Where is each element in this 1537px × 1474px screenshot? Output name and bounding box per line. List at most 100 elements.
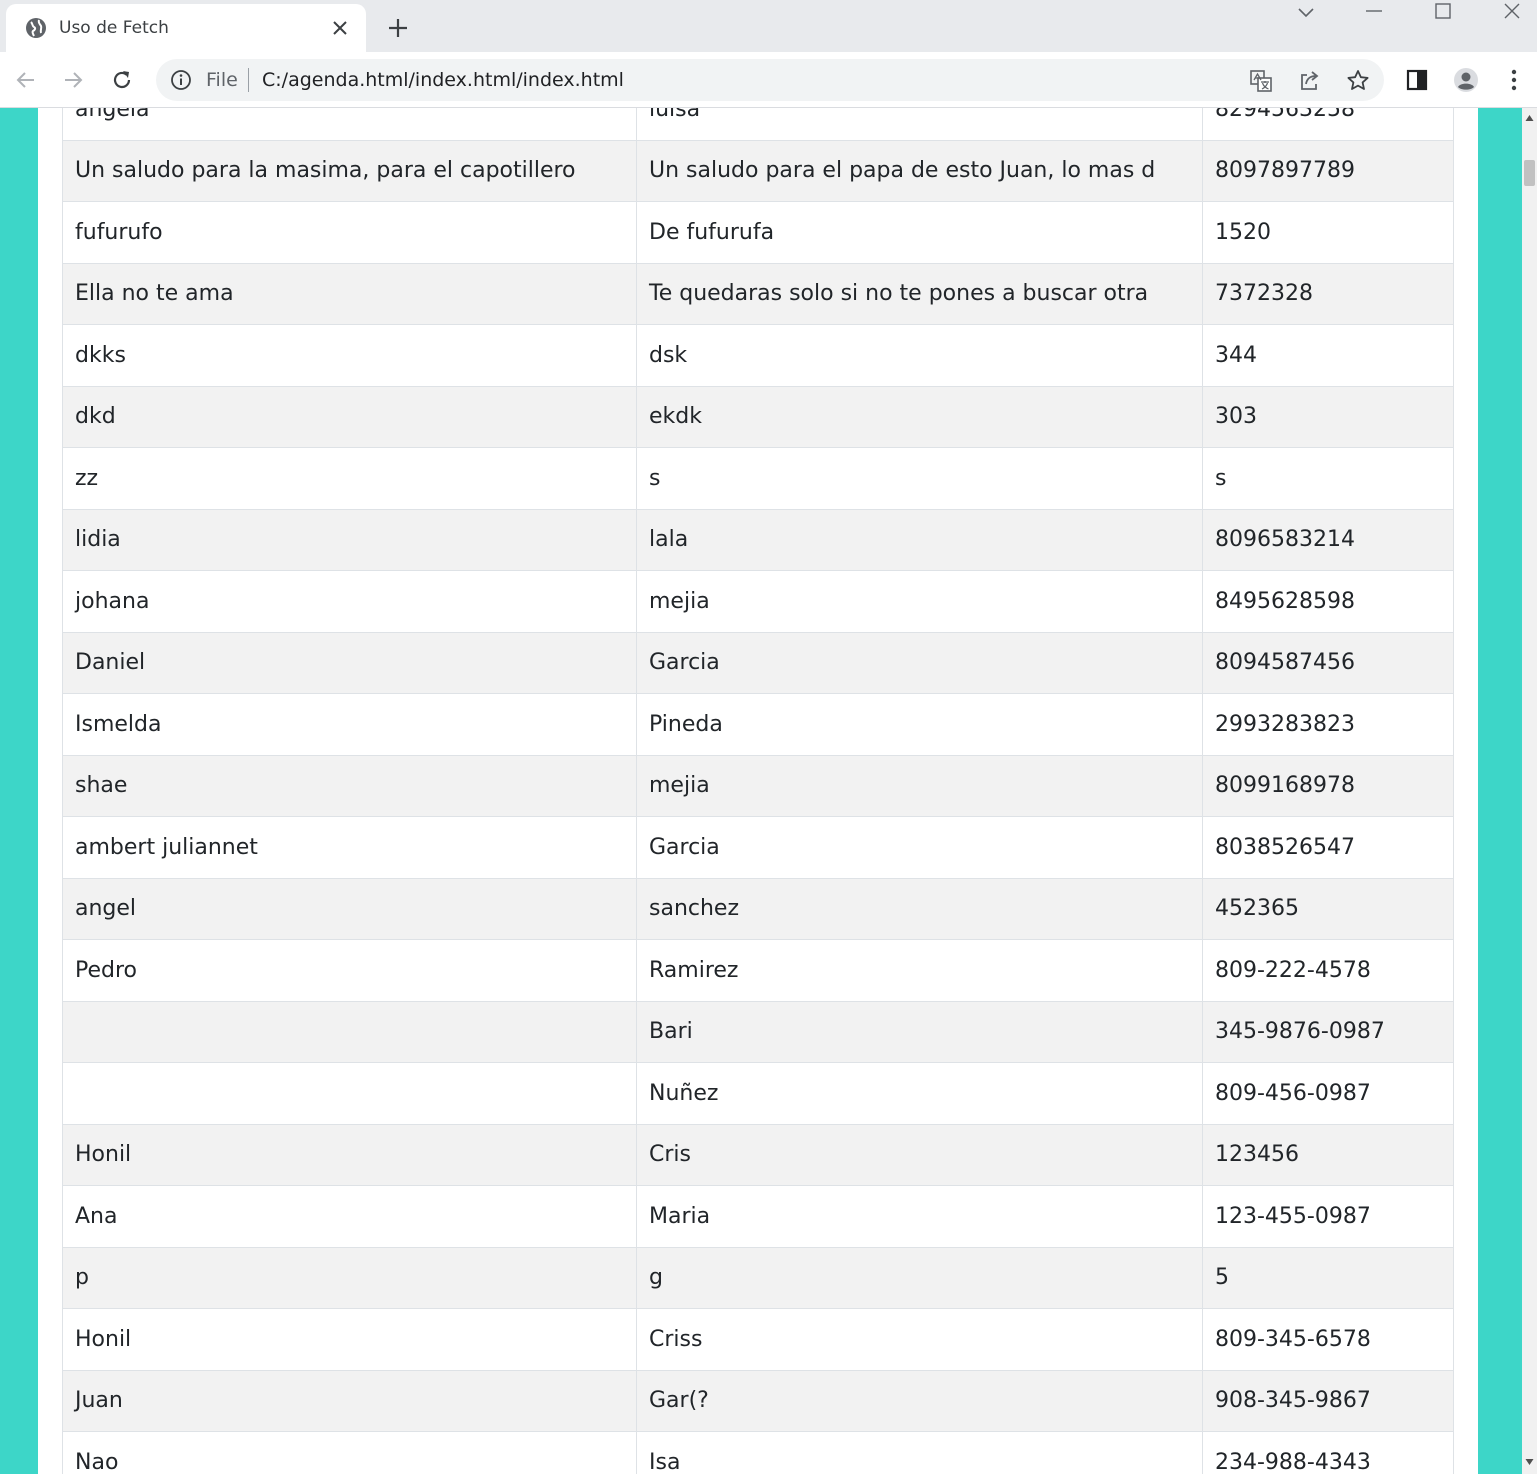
table-cell: Ismelda [62,693,637,756]
table-row: ambert juliannet Garcia 8038526547 [62,816,1454,879]
share-icon[interactable] [1297,68,1323,94]
table-row: Bari 345-9876-0987 [62,1000,1454,1063]
table-cell: Un saludo para la masima, para el capoti… [62,139,637,202]
table-row: zz s s [62,447,1454,510]
table-cell: sanchez [636,877,1203,940]
back-arrow-icon[interactable] [12,66,40,94]
table-cell: 8099168978 [1202,754,1454,817]
forward-arrow-icon[interactable] [59,66,87,94]
translate-icon[interactable] [1248,68,1274,94]
maximize-icon[interactable] [1430,0,1456,26]
table-cell [62,1000,637,1063]
minimize-icon[interactable] [1361,0,1387,26]
browser-tab[interactable]: Uso de Fetch [6,4,366,52]
page-scrollbar[interactable] [1522,108,1537,1474]
table-cell: johana [62,570,637,633]
table-cell: p [62,1246,637,1309]
content-container: angela luisa 8294563258 Un saludo para la m… [38,108,1478,1474]
scroll-down-arrow-icon[interactable] [1525,1458,1534,1466]
table-cell: dkd [62,385,637,448]
browser-titlebar: Uso de Fetch [0,0,1537,52]
side-panel-icon[interactable] [1403,66,1431,94]
table-cell: lala [636,508,1203,571]
table-row: Nao Isa 234-988-4343 [62,1431,1454,1474]
browser-toolbar: File C:/agenda.html/index.html/index.htm… [0,52,1537,108]
table-row: Honil Criss 809-345-6578 [62,1308,1454,1371]
scrollbar-thumb[interactable] [1524,160,1535,186]
table-cell: Bari [636,1000,1203,1063]
table-cell: Ella no te ama [62,262,637,325]
table-cell: zz [62,447,637,510]
new-tab-plus-icon[interactable] [384,14,412,42]
table-row: Honil Cris 123456 [62,1123,1454,1186]
table-cell: Gar(? [636,1369,1203,1432]
globe-icon [26,18,46,38]
url-text[interactable]: C:/agenda.html/index.html/index.html [262,68,624,92]
table-cell: ambert juliannet [62,816,637,879]
table-cell: 809-345-6578 [1202,1308,1454,1371]
table-cell: Isa [636,1431,1203,1474]
bookmark-star-icon[interactable] [1345,68,1371,94]
table-cell [62,1062,637,1125]
info-icon[interactable] [170,69,192,91]
table-cell: 8495628598 [1202,570,1454,633]
table-cell: 8094587456 [1202,631,1454,694]
contacts-table-wrapper: angela luisa 8294563258 Un saludo para la m… [62,108,1454,1474]
table-cell: 345-9876-0987 [1202,1000,1454,1063]
table-cell: g [636,1246,1203,1309]
table-cell: 2993283823 [1202,693,1454,756]
table-cell: Pedro [62,939,637,1002]
window-close-icon[interactable] [1499,0,1525,26]
table-cell: Honil [62,1308,637,1371]
table-cell: De fufurufa [636,201,1203,264]
table-cell: 809-222-4578 [1202,939,1454,1002]
table-cell: Un saludo para el papa de esto Juan, lo … [636,139,1203,202]
table-cell: dkks [62,324,637,387]
table-cell: 8096583214 [1202,508,1454,571]
table-cell: luisa [636,108,1203,141]
table-cell: mejia [636,754,1203,817]
table-cell: Honil [62,1123,637,1186]
table-cell: Juan [62,1369,637,1432]
table-cell: s [636,447,1203,510]
table-cell: lidia [62,508,637,571]
table-cell: Daniel [62,631,637,694]
table-cell: Nuñez [636,1062,1203,1125]
contacts-table-body: angela luisa 8294563258 Un saludo para la m… [62,108,1454,1474]
table-row: Nuñez 809-456-0987 [62,1062,1454,1125]
address-bar[interactable]: File C:/agenda.html/index.html/index.htm… [156,59,1384,101]
menu-kebab-icon[interactable] [1500,66,1528,94]
table-cell: angela [62,108,637,141]
table-row: fufurufo De fufurufa 1520 [62,201,1454,264]
table-cell: 123-455-0987 [1202,1185,1454,1248]
table-cell: 344 [1202,324,1454,387]
table-cell: Maria [636,1185,1203,1248]
url-scheme-label: File [206,69,238,91]
table-cell: 908-345-9867 [1202,1369,1454,1432]
tab-search-chevron-icon[interactable] [1293,0,1319,26]
page-background: angela luisa 8294563258 Un saludo para la m… [0,108,1522,1474]
table-row: angela luisa 8294563258 [62,108,1454,141]
profile-avatar-icon[interactable] [1452,66,1480,94]
table-cell: dsk [636,324,1203,387]
table-cell: 8294563258 [1202,108,1454,141]
reload-icon[interactable] [108,66,136,94]
table-row: pg5 [62,1246,1454,1309]
table-row: Juan Gar(? 908-345-9867 [62,1369,1454,1432]
table-row: lidia lala 8096583214 [62,508,1454,571]
url-separator [248,68,249,92]
table-row: dkd ekdk 303 [62,385,1454,448]
table-row: Daniel Garcia 8094587456 [62,631,1454,694]
table-cell: angel [62,877,637,940]
table-cell: Nao [62,1431,637,1474]
close-icon[interactable] [330,18,350,38]
contacts-table: angela luisa 8294563258 Un saludo para la m… [62,108,1454,1474]
scroll-up-arrow-icon[interactable] [1525,114,1534,122]
table-cell: 123456 [1202,1123,1454,1186]
table-cell: mejia [636,570,1203,633]
table-row: Pedro Ramirez 809-222-4578 [62,939,1454,1002]
table-cell: Criss [636,1308,1203,1371]
table-cell: Te quedaras solo si no te pones a buscar… [636,262,1203,325]
table-cell: 452365 [1202,877,1454,940]
table-cell: Pineda [636,693,1203,756]
